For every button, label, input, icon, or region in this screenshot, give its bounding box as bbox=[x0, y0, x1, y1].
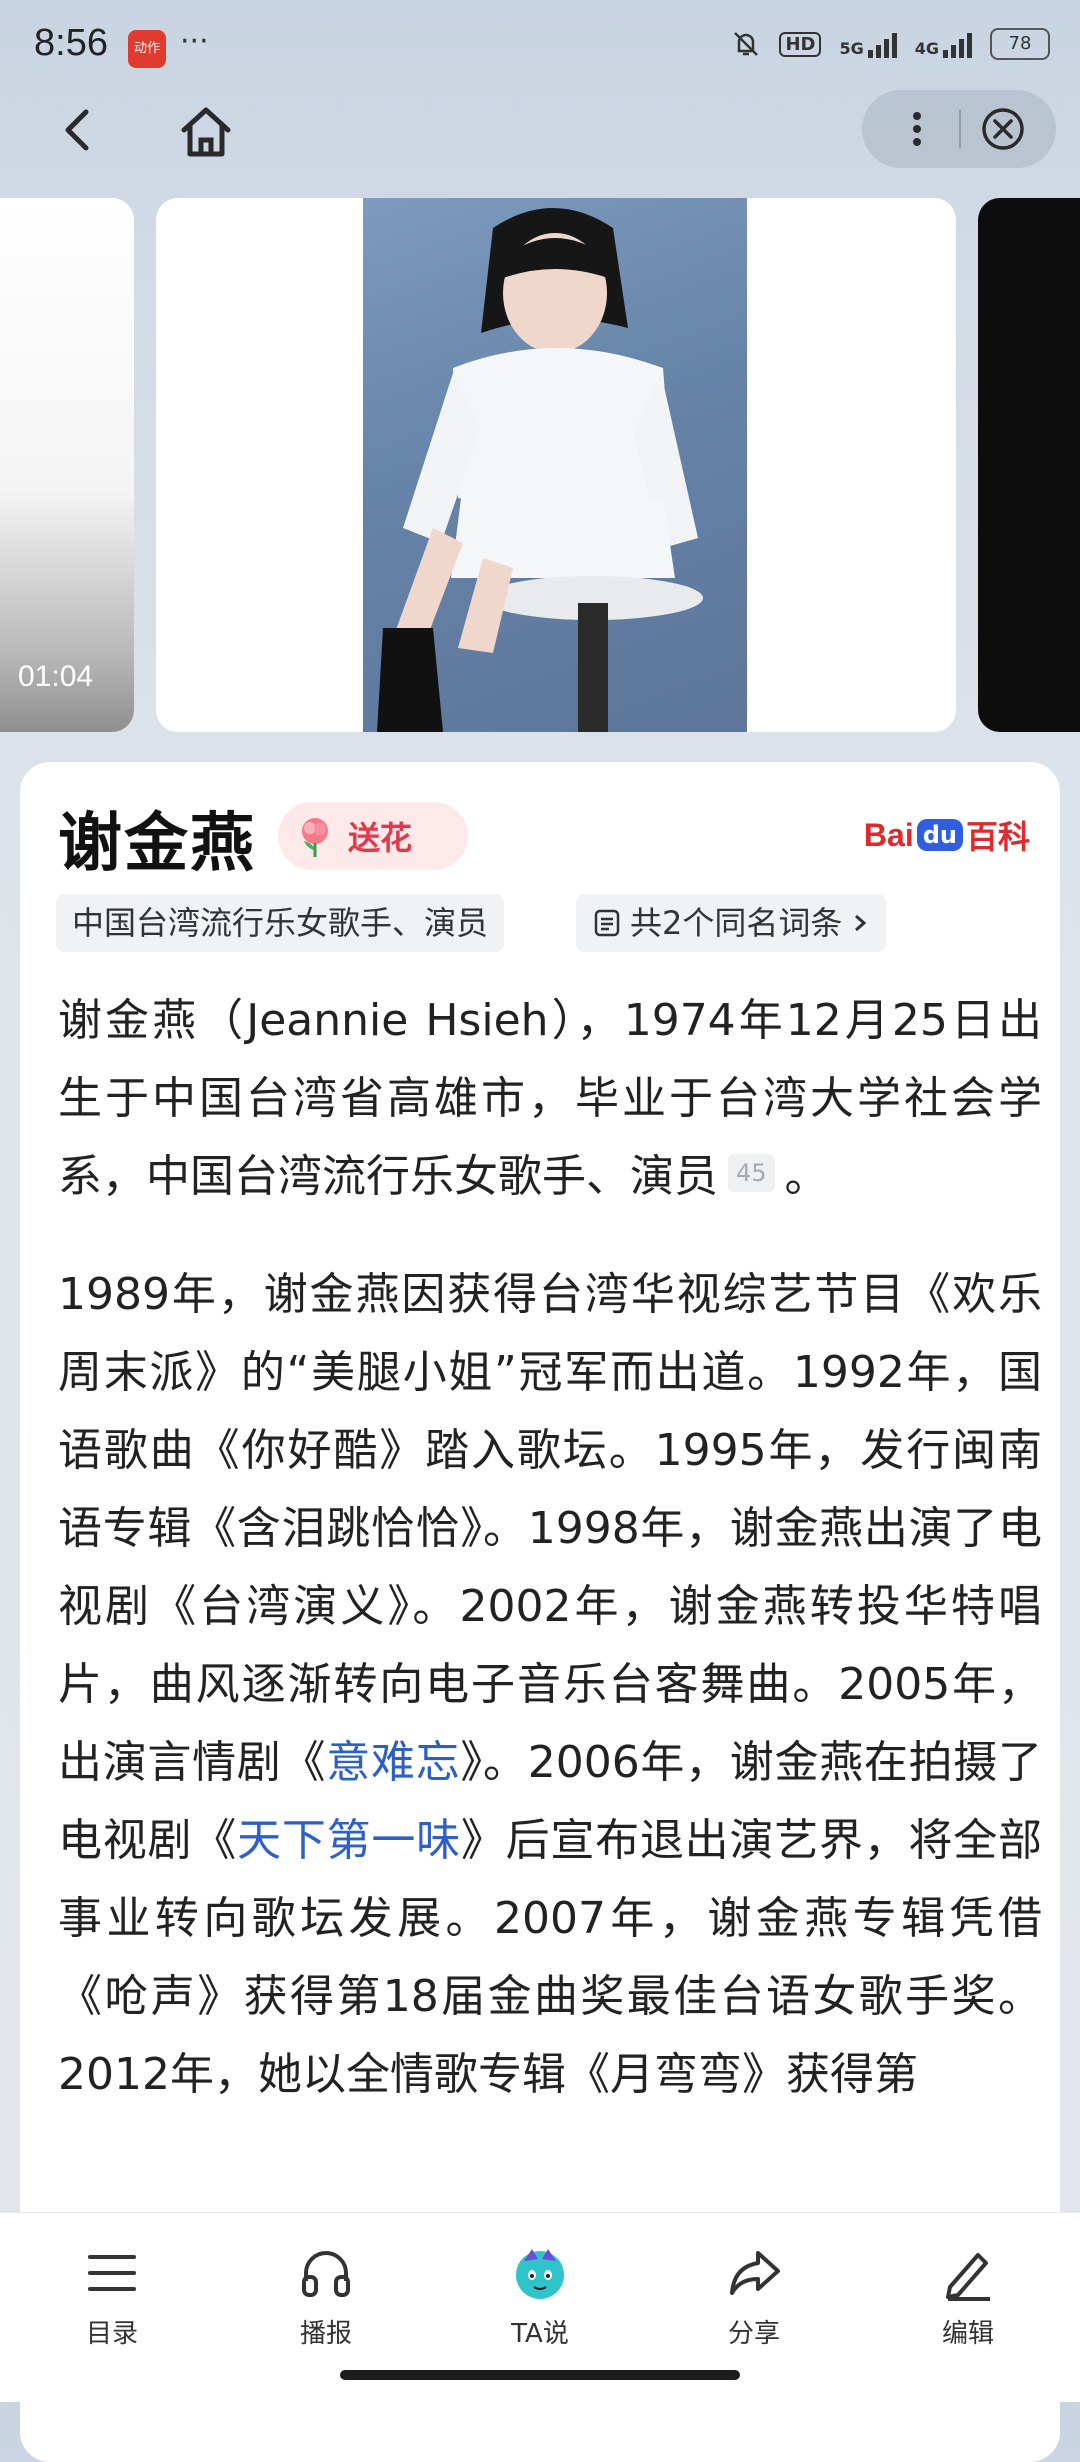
vertical-dots-icon bbox=[913, 112, 921, 146]
career-paragraph: 1989年，谢金燕因获得台湾华视综艺节目《欢乐周末派》的“美腿小姐”冠军而出道。… bbox=[58, 1269, 1043, 2100]
app-notification-badge: 动作 bbox=[128, 30, 166, 68]
headphones-icon bbox=[302, 2251, 350, 2297]
signal-5g: 5G bbox=[839, 30, 897, 58]
intro-paragraph: 谢金燕（Jeannie Hsieh），1974年12月25日出生于中国台湾省高雄… bbox=[58, 995, 1042, 1202]
share-arrow-icon bbox=[730, 2251, 780, 2295]
home-button[interactable] bbox=[174, 100, 238, 164]
link-yi-nan-wang[interactable]: 意难忘 bbox=[326, 1737, 460, 1788]
mascot-icon bbox=[516, 2249, 564, 2299]
portrait-illustration bbox=[377, 208, 703, 732]
description-tag: 中国台湾流行乐女歌手、演员 bbox=[56, 894, 505, 952]
baidu-baike-logo: Bai du 百科 bbox=[863, 816, 1030, 857]
flower-icon bbox=[302, 818, 328, 857]
system-icons: HD 5G 4G 78 bbox=[731, 28, 1050, 60]
main-photo-card[interactable] bbox=[156, 198, 956, 732]
link-tian-xia-di-yi-wei[interactable]: 天下第一味 bbox=[237, 1815, 461, 1866]
portrait-photo bbox=[363, 198, 747, 732]
toolbar-share[interactable]: 分享 bbox=[694, 2243, 814, 2350]
toolbar-ta-says[interactable]: TA说 bbox=[480, 2243, 600, 2350]
video-duration: 01:04 bbox=[18, 660, 94, 693]
clock: 8:56 bbox=[34, 22, 108, 64]
gesture-home-indicator[interactable] bbox=[340, 2370, 740, 2380]
same-name-entries-button[interactable]: 共2个同名词条 bbox=[576, 894, 887, 952]
signal-4g: 4G bbox=[915, 30, 972, 58]
toolbar-catalog[interactable]: 目录 bbox=[52, 2243, 172, 2350]
entry-card: 谢金燕 送花 Bai du 百科 中国台湾流行乐女歌手、演员 共2个同名词条 谢… bbox=[20, 762, 1060, 2462]
more-notifications-icon: ··· bbox=[180, 24, 209, 59]
mini-program-capsule bbox=[862, 90, 1056, 168]
send-flower-label: 送花 bbox=[348, 819, 413, 857]
status-bar: 8:56 动作 ··· HD 5G 4G 78 bbox=[0, 0, 1080, 96]
list-icon bbox=[88, 2255, 136, 2291]
pencil-icon bbox=[946, 2253, 990, 2301]
send-flower-button[interactable]: 送花 bbox=[278, 802, 468, 870]
reference-badge[interactable]: 45 bbox=[728, 1154, 775, 1192]
mute-bell-icon bbox=[734, 32, 759, 56]
entry-title: 谢金燕 bbox=[58, 807, 256, 881]
circle-x-icon bbox=[982, 108, 1024, 150]
battery-indicator: 78 bbox=[990, 28, 1050, 60]
chevron-left-icon bbox=[65, 109, 89, 151]
toolbar-broadcast[interactable]: 播报 bbox=[266, 2243, 386, 2350]
document-list-icon bbox=[594, 909, 620, 937]
same-name-entries-label: 共2个同名词条 bbox=[630, 904, 843, 942]
chevron-right-icon bbox=[855, 914, 867, 932]
video-thumbnail[interactable]: 01:04 bbox=[0, 198, 134, 732]
back-button[interactable] bbox=[48, 100, 108, 160]
hd-icon: HD bbox=[779, 31, 822, 57]
home-icon bbox=[181, 107, 231, 157]
next-media-thumbnail[interactable] bbox=[978, 198, 1080, 732]
more-button[interactable] bbox=[892, 104, 942, 154]
capsule-divider bbox=[959, 110, 961, 148]
close-button[interactable] bbox=[978, 104, 1028, 154]
toolbar-edit[interactable]: 编辑 bbox=[908, 2243, 1028, 2350]
